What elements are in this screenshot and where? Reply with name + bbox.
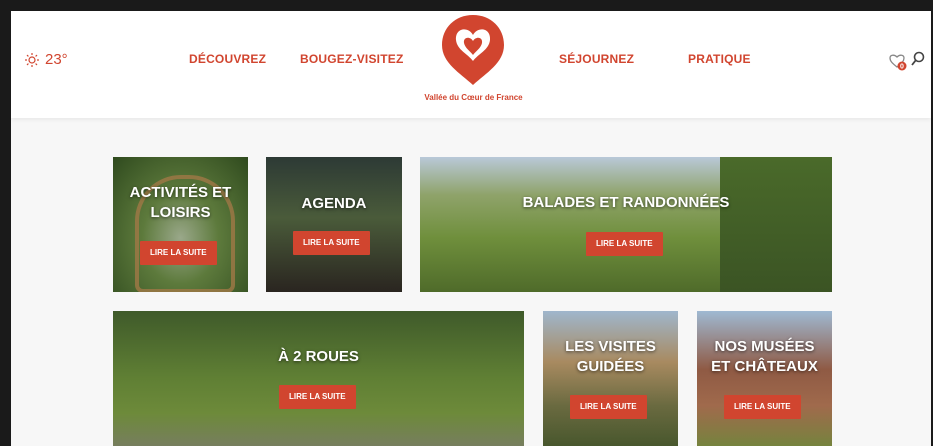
favorites-count: 0	[900, 64, 904, 71]
site-logo[interactable]	[440, 13, 506, 88]
nav-bougez-visitez[interactable]: BOUGEZ-VISITEZ	[300, 52, 403, 66]
brand-name: Vallée du Cœur de France	[424, 93, 523, 102]
tile-a-2-roues[interactable]: À 2 ROUES LIRE LA SUITE	[113, 311, 524, 446]
nav-decouvrez[interactable]: DÉCOUVREZ	[189, 52, 266, 66]
tile-title: NOS MUSÉES ET CHÂTEAUX	[711, 338, 818, 375]
read-more-button[interactable]: LIRE LA SUITE	[140, 241, 217, 265]
heart-icon[interactable]: 0	[889, 53, 907, 71]
read-more-button[interactable]: LIRE LA SUITE	[279, 385, 356, 409]
temperature: 23°	[45, 51, 68, 68]
tile-visites-guidees[interactable]: LES VISITES GUIDÉES LIRE LA SUITE	[543, 311, 678, 446]
tile-activites-loisirs[interactable]: ACTIVITÉS ET LOISIRS LIRE LA SUITE	[113, 157, 248, 292]
site-header: 23° DÉCOUVREZ BOUGEZ-VISITEZ Vallée du C…	[11, 11, 931, 118]
read-more-button[interactable]: LIRE LA SUITE	[570, 395, 647, 419]
tile-title: LES VISITES GUIDÉES	[565, 338, 656, 375]
tile-image	[543, 311, 678, 446]
read-more-button[interactable]: LIRE LA SUITE	[724, 395, 801, 419]
tile-trees	[720, 157, 832, 292]
sun-icon	[25, 52, 39, 67]
tile-image	[113, 311, 524, 446]
page-frame: 23° DÉCOUVREZ BOUGEZ-VISITEZ Vallée du C…	[11, 11, 931, 446]
nav-pratique[interactable]: PRATIQUE	[688, 52, 751, 66]
tile-title: AGENDA	[301, 195, 367, 212]
tile-title: BALADES ET RANDONNÉES	[522, 194, 730, 211]
nav-sejournez[interactable]: SÉJOURNEZ	[559, 52, 634, 66]
tile-musees-chateaux[interactable]: NOS MUSÉES ET CHÂTEAUX LIRE LA SUITE	[697, 311, 832, 446]
tile-image	[697, 311, 832, 446]
read-more-button[interactable]: LIRE LA SUITE	[293, 231, 370, 255]
tile-title: À 2 ROUES	[278, 348, 359, 365]
weather-widget: 23°	[25, 51, 68, 68]
tile-balades-randonnees[interactable]: BALADES ET RANDONNÉES LIRE LA SUITE	[420, 157, 832, 292]
tile-title: ACTIVITÉS ET LOISIRS	[129, 184, 232, 221]
tile-agenda[interactable]: AGENDA LIRE LA SUITE	[266, 157, 402, 292]
search-icon[interactable]	[911, 51, 925, 67]
tile-image	[266, 157, 402, 292]
read-more-button[interactable]: LIRE LA SUITE	[586, 232, 663, 256]
